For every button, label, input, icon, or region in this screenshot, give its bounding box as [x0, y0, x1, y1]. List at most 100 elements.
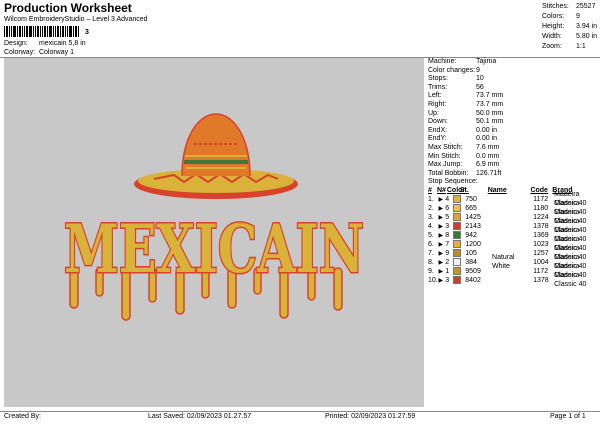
machine-info-row: Left: 73.7 mm	[428, 92, 600, 101]
info-label: Total Bobbin:	[428, 169, 469, 177]
color-swatch	[452, 194, 461, 203]
stat-label: Height:	[542, 23, 565, 30]
col-name: Name	[487, 186, 507, 194]
stat-colors: Colors: 9	[542, 12, 597, 22]
barcode-digit: 3	[85, 29, 89, 36]
stitch-count: 1425	[465, 213, 481, 221]
stitch-count: 105	[465, 249, 477, 257]
stop-sequence-row: 10. ▶ 3 8402 1378 Madeira Classic 40	[428, 272, 600, 288]
stat-value: 25527	[576, 3, 596, 10]
color-name: Natural White	[492, 254, 515, 270]
info-label: Up:	[428, 109, 439, 117]
needle-num: 8	[445, 231, 450, 239]
stitch-count: 8402	[465, 276, 481, 284]
stop-arrow-icon: ▶	[438, 259, 444, 266]
color-swatch	[452, 257, 461, 266]
info-label: Left:	[428, 92, 442, 100]
stat-label: Width:	[542, 33, 562, 40]
thread-brand: Madeira Classic 40	[554, 272, 587, 288]
info-value: 0.0 mm	[476, 152, 500, 160]
col-code: Code	[530, 186, 548, 194]
stop-num: 10.	[428, 276, 438, 284]
stop-arrow-icon: ▶	[438, 232, 444, 239]
needle-num: 4	[445, 195, 450, 203]
stat-label: Stitches:	[542, 3, 569, 10]
software-subtitle: Wilcom EmbroideryStudio – Level 3 Advanc…	[4, 16, 148, 23]
info-value: 56	[476, 83, 484, 91]
printed-date: Printed: 02/09/2023 01.27.59	[325, 413, 416, 420]
stop-arrow-icon: ▶	[438, 241, 444, 248]
stitch-count: 9509	[465, 267, 481, 275]
stat-value: 9	[576, 13, 580, 20]
info-value: 0.00 in	[476, 126, 498, 134]
info-value: Tajima	[476, 58, 497, 65]
stat-value: 5.80 in	[576, 33, 598, 40]
stitch-count: 384	[465, 258, 477, 266]
stop-arrow-icon: ▶	[438, 250, 444, 257]
stop-num: 7.	[428, 249, 434, 257]
color-swatch	[452, 266, 461, 275]
machine-info-row: Right: 73.7 mm	[428, 101, 600, 110]
info-label: Max Stitch:	[428, 143, 463, 151]
machine-info-row: Trims: 56	[428, 84, 600, 93]
thread-code: 1224	[533, 213, 549, 221]
machine-info-row: Max Jump: 6.9 mm	[428, 161, 600, 170]
needle-num: 6	[445, 204, 450, 212]
created-by: Created By:	[4, 413, 41, 420]
machine-info-row: Stops: 10	[428, 75, 600, 84]
needle-num: 2	[445, 258, 450, 266]
colorway-label: Colorway:	[4, 49, 36, 56]
footer-divider	[0, 411, 600, 412]
info-value: 7.6 mm	[476, 143, 500, 151]
stat-stitches: Stitches: 25527	[542, 2, 597, 12]
embroidery-design: MEXICAIN	[63, 113, 366, 321]
stitch-count: 942	[465, 231, 477, 239]
info-label: EndX:	[428, 126, 448, 134]
color-swatch	[452, 221, 461, 230]
info-label: Min Stitch:	[428, 152, 461, 160]
info-label: EndY:	[428, 135, 447, 143]
machine-info-row: Machine: Tajima	[428, 58, 600, 67]
machine-info-row: Min Stitch: 0.0 mm	[428, 153, 600, 162]
stitch-count: 2143	[465, 222, 481, 230]
page-number: Page 1 of 1	[550, 413, 586, 420]
info-value: 9	[476, 66, 480, 74]
thread-code: 1004	[533, 258, 549, 266]
machine-info-row: Down: 50.1 mm	[428, 118, 600, 127]
design-row: Design: mexicain 5,8 in	[4, 40, 86, 47]
needle-num: 9	[445, 249, 450, 257]
info-value: 6.9 mm	[476, 161, 500, 169]
stat-zoom: Zoom: 1:1	[542, 42, 597, 52]
stat-height: Height: 3.94 in	[542, 22, 597, 32]
stitch-count: 750	[465, 195, 477, 203]
design-text: MEXICAIN	[64, 210, 364, 288]
info-label: Down:	[428, 118, 448, 126]
info-label: Machine:	[428, 58, 457, 65]
thread-code: 1180	[533, 204, 549, 212]
info-label: Right:	[428, 100, 447, 108]
stat-value: 3.94 in	[576, 23, 598, 30]
info-label: Trims:	[428, 83, 448, 91]
machine-info-row: Max Stitch: 7.6 mm	[428, 144, 600, 153]
stop-arrow-icon: ▶	[438, 268, 444, 275]
thread-code: 1369	[533, 231, 549, 239]
info-label: Color changes:	[428, 66, 476, 74]
thread-code: 1023	[533, 240, 549, 248]
color-swatch	[452, 230, 461, 239]
color-swatch	[452, 275, 461, 284]
needle-num: 3	[445, 222, 450, 230]
design-preview: MEXICAIN	[4, 58, 424, 407]
color-swatch	[452, 239, 461, 248]
stop-num: 8.	[428, 258, 434, 266]
stop-sequence-title: Stop Sequence:	[428, 178, 478, 186]
col-n: N#	[436, 186, 446, 194]
machine-info-row: Color changes: 9	[428, 67, 600, 76]
machine-info-row: EndY: 0.00 in	[428, 135, 600, 144]
barcode	[4, 25, 84, 37]
worksheet-title: Production Worksheet	[4, 1, 132, 15]
info-value: 126.71ft	[476, 169, 502, 177]
stop-num: 2.	[428, 204, 434, 212]
stop-arrow-icon: ▶	[438, 223, 444, 230]
stop-arrow-icon: ▶	[438, 196, 444, 203]
info-value: 0.00 in	[476, 135, 498, 143]
